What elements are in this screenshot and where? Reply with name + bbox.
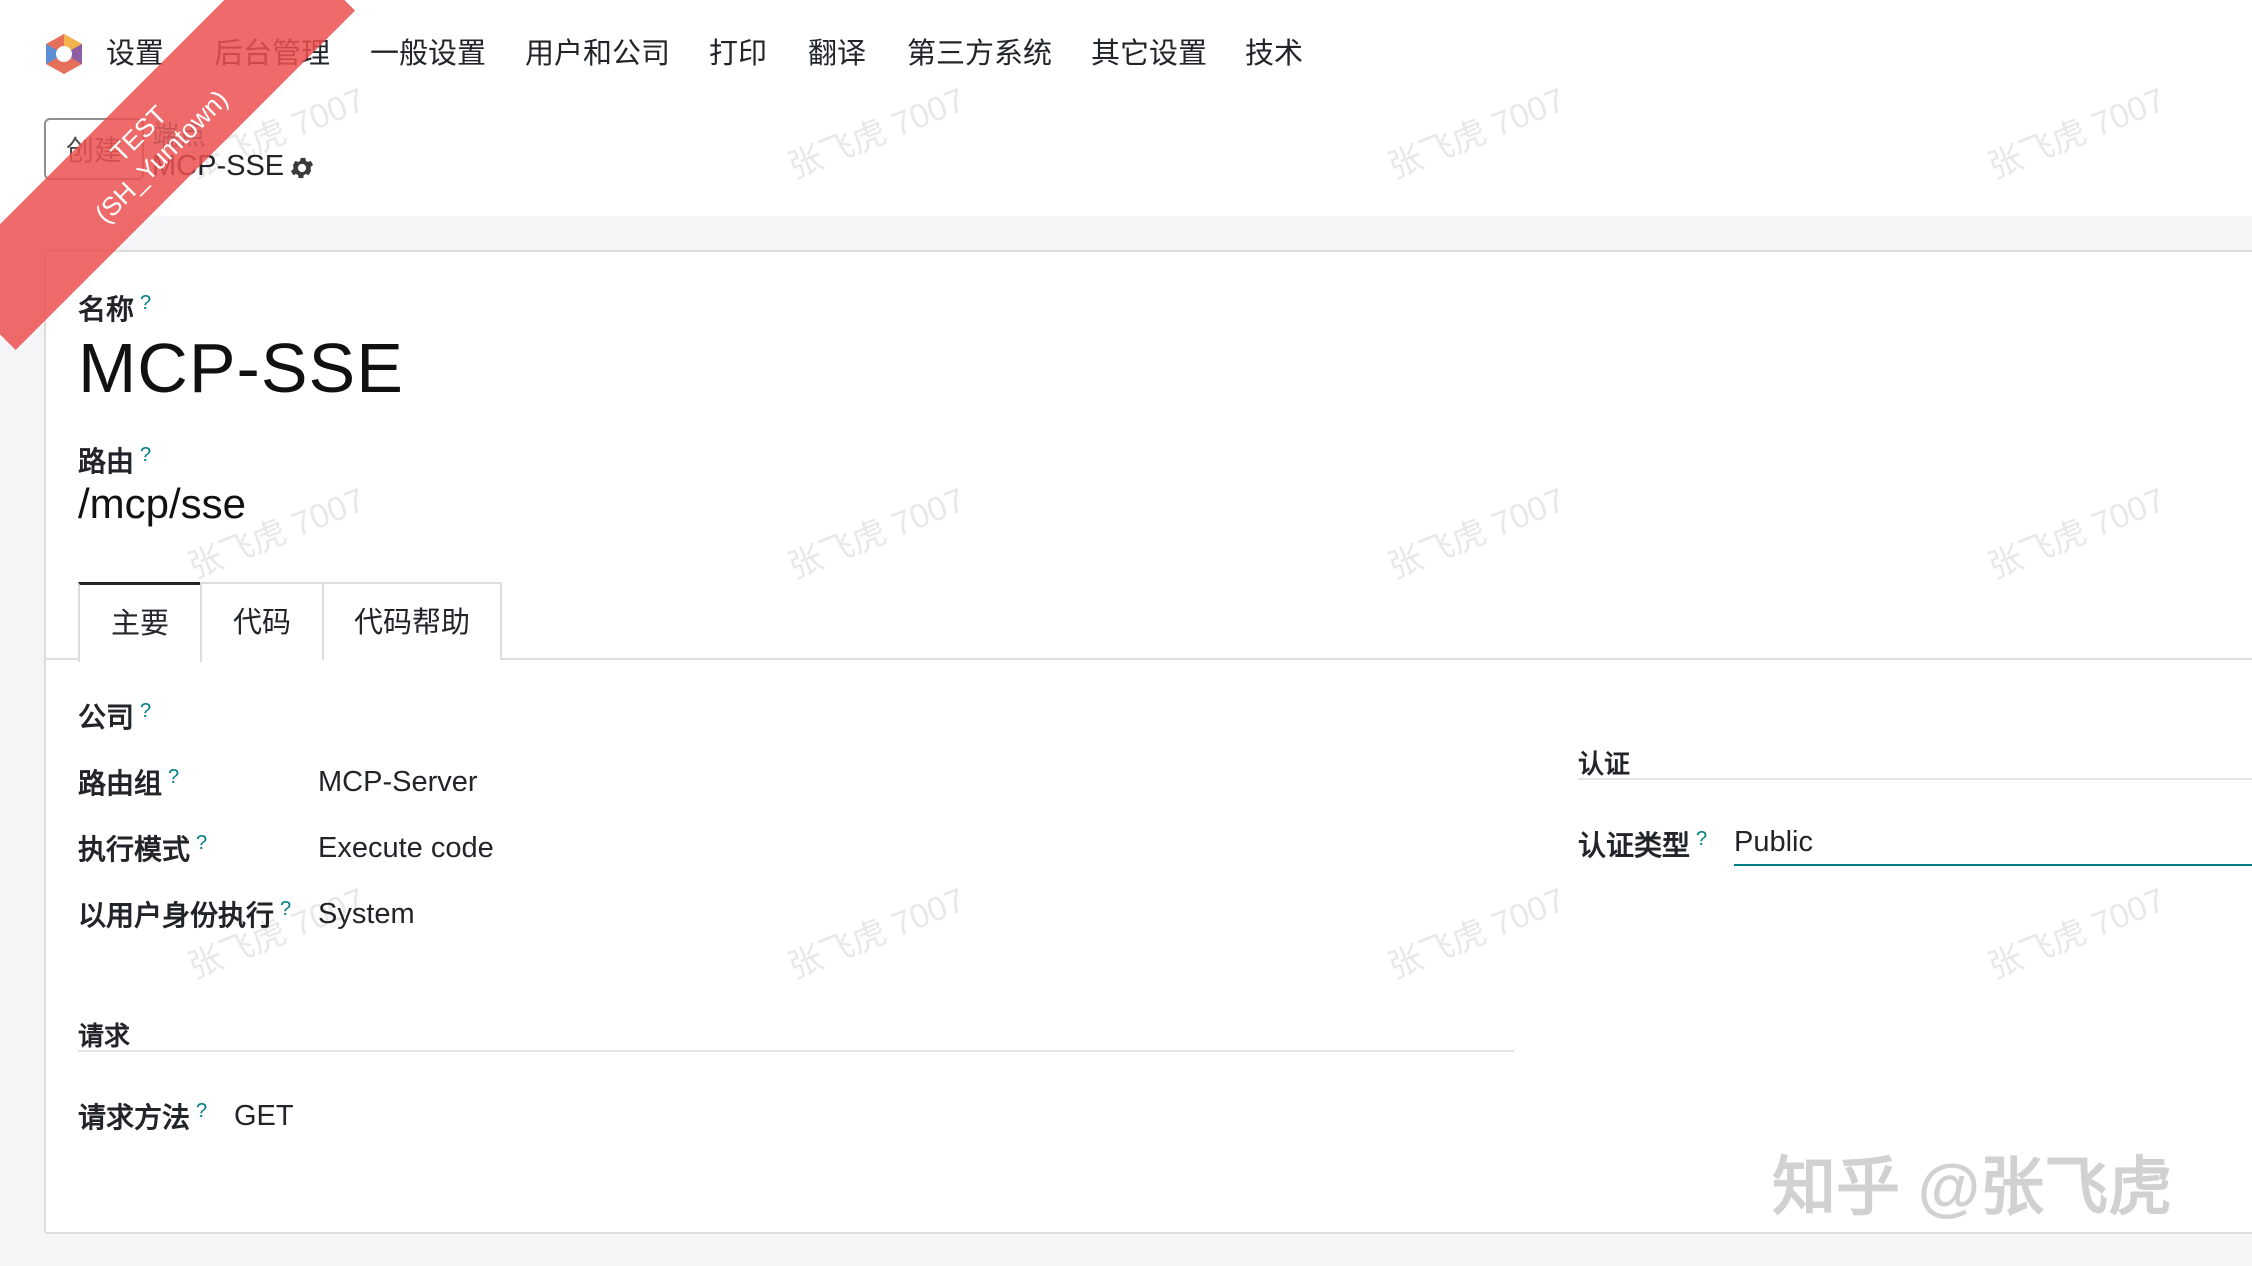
record-name-title[interactable]: MCP-SSE	[78, 328, 404, 408]
route-group-label: 路由组?	[78, 765, 180, 799]
tab-code[interactable]: 代码	[200, 582, 324, 660]
breadcrumb-parent-link[interactable]: 端点	[152, 114, 206, 153]
execution-mode-label: 执行模式?	[78, 831, 208, 865]
nav-menu-general-settings[interactable]: 一般设置	[370, 34, 486, 74]
gear-icon[interactable]	[288, 154, 316, 182]
execution-mode-value[interactable]: Execute code	[318, 832, 494, 865]
help-icon[interactable]: ?	[140, 292, 151, 314]
tab-code-help[interactable]: 代码帮助	[322, 582, 502, 660]
auth-type-label: 认证类型?	[1578, 827, 1708, 861]
request-method-value[interactable]: GET	[234, 1100, 294, 1133]
create-button[interactable]: 创建	[44, 118, 144, 180]
nav-menu-translate[interactable]: 翻译	[808, 34, 866, 74]
route-value[interactable]: /mcp/sse	[78, 480, 246, 528]
top-navbar: 设置 后台管理 一般设置 用户和公司 打印 翻译 第三方系统 其它设置 技术	[0, 0, 2252, 110]
zhihu-watermark: 知乎 @张飞虎	[1772, 1151, 2173, 1223]
help-icon[interactable]: ?	[1696, 828, 1707, 850]
request-method-label: 请求方法?	[78, 1099, 208, 1133]
help-icon[interactable]: ?	[168, 766, 179, 788]
help-icon[interactable]: ?	[196, 1100, 207, 1122]
auth-type-select[interactable]: Public	[1734, 826, 1813, 859]
route-label: 路由?	[78, 443, 152, 477]
control-panel: 创建 端点 MCP-SSE	[0, 110, 2252, 218]
company-label: 公司?	[78, 699, 152, 733]
auth-section-title: 认证	[1578, 749, 1631, 779]
help-icon[interactable]: ?	[140, 700, 151, 722]
nav-menu-third-party[interactable]: 第三方系统	[907, 34, 1052, 74]
nav-app-name[interactable]: 设置	[106, 34, 164, 74]
app-logo-icon[interactable]	[42, 32, 86, 76]
tab-main[interactable]: 主要	[78, 582, 202, 662]
name-label: 名称?	[78, 291, 152, 325]
nav-menu-backend[interactable]: 后台管理	[214, 34, 330, 74]
nav-menu-users-companies[interactable]: 用户和公司	[525, 34, 670, 74]
help-icon[interactable]: ?	[140, 444, 151, 466]
request-section-divider	[78, 1050, 1514, 1052]
auth-section-divider	[1578, 778, 2252, 780]
nav-menu-technical[interactable]: 技术	[1245, 34, 1303, 74]
help-icon[interactable]: ?	[196, 832, 207, 854]
breadcrumb-current: MCP-SSE	[152, 150, 285, 182]
help-icon[interactable]: ?	[280, 898, 291, 920]
nav-menu-print[interactable]: 打印	[709, 34, 767, 74]
nav-menu-other-settings[interactable]: 其它设置	[1091, 34, 1207, 74]
route-group-value[interactable]: MCP-Server	[318, 766, 478, 799]
run-as-user-value[interactable]: System	[318, 898, 415, 931]
request-section-title: 请求	[78, 1021, 131, 1051]
auth-type-input-underline	[1734, 864, 2252, 866]
run-as-user-label: 以用户身份执行?	[78, 897, 292, 931]
